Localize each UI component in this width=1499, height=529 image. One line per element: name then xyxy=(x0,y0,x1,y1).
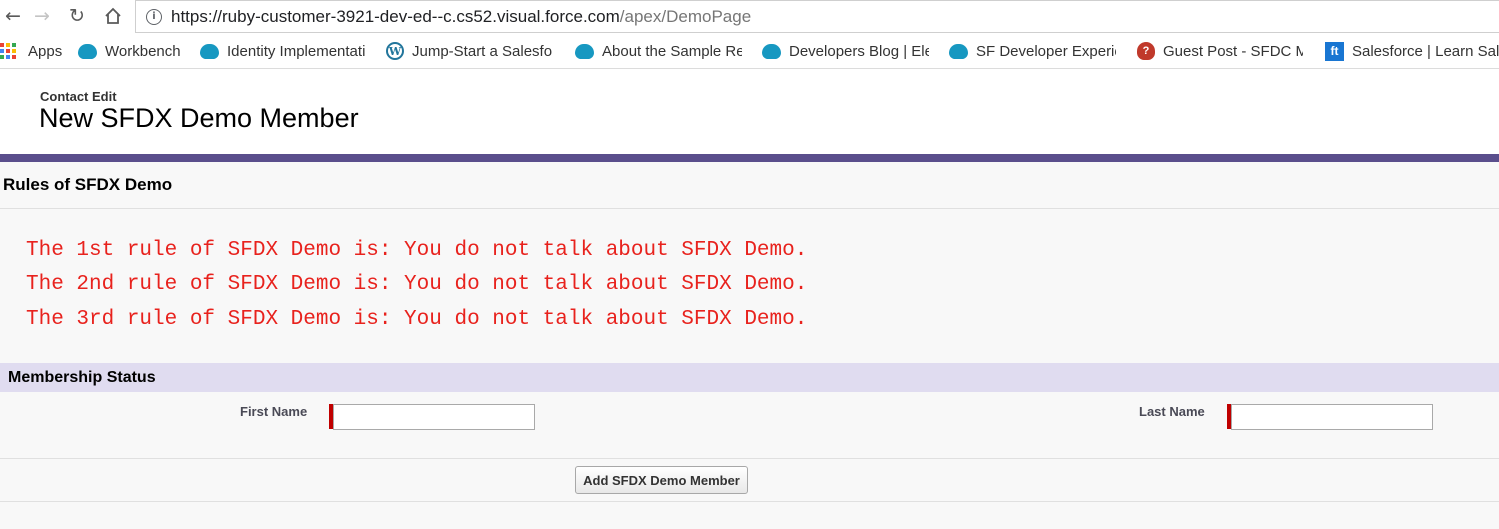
salesforce-cloud-icon xyxy=(949,43,968,59)
ft-icon: ft xyxy=(1325,41,1344,61)
salesforce-cloud-icon xyxy=(200,43,219,59)
bookmark-guest-post[interactable]: ? Guest Post - SFDC M xyxy=(1137,41,1303,61)
bookmark-label: SF Developer Experie xyxy=(976,42,1116,60)
apps-grid-icon xyxy=(0,43,16,59)
bookmark-developers-blog[interactable]: Developers Blog | Ele xyxy=(762,41,929,61)
bookmark-salesforce-learn[interactable]: ft Salesforce | Learn Sal xyxy=(1325,41,1499,61)
bookmark-label: Apps xyxy=(28,42,63,60)
browser-nav-bar: ← → ↻ i https://ruby-customer-3921-dev-e… xyxy=(0,0,1499,33)
salesforce-cloud-icon xyxy=(78,43,97,59)
wordpress-icon: W xyxy=(386,42,404,60)
bookmark-label: Workbench xyxy=(105,42,181,60)
bookmark-label: Guest Post - SFDC M xyxy=(1163,42,1303,60)
page-body: Rules of SFDX Demo The 1st rule of SFDX … xyxy=(0,162,1499,529)
bookmark-label: Developers Blog | Ele xyxy=(789,42,929,60)
divider xyxy=(0,458,1499,459)
membership-section-header: Membership Status xyxy=(0,363,1499,392)
back-arrow-icon[interactable]: ← xyxy=(0,4,26,28)
url-text[interactable]: https://ruby-customer-3921-dev-ed--c.cs5… xyxy=(171,7,751,27)
home-icon[interactable] xyxy=(100,4,126,28)
bookmark-label: About the Sample Re xyxy=(602,42,742,60)
rule-line: The 3rd rule of SFDX Demo is: You do not… xyxy=(26,308,808,331)
bookmark-jump-start[interactable]: W Jump-Start a Salesfor xyxy=(386,41,552,61)
hot-air-balloon-icon: ? xyxy=(1137,42,1155,60)
bookmark-workbench[interactable]: Workbench xyxy=(78,41,181,61)
bookmark-label: Jump-Start a Salesfor xyxy=(412,42,552,60)
salesforce-cloud-icon xyxy=(762,43,781,59)
bookmark-identity-implementation[interactable]: Identity Implementati xyxy=(200,41,370,61)
page-record-type: Contact Edit xyxy=(40,89,117,104)
bookmark-label: Identity Implementati xyxy=(227,42,366,60)
divider xyxy=(0,501,1499,502)
bookmark-label: Salesforce | Learn Sal xyxy=(1352,42,1499,60)
bookmarks-bar: Apps Workbench Identity Implementati W J… xyxy=(0,33,1499,69)
bookmark-apps[interactable]: Apps xyxy=(0,41,62,61)
reload-icon[interactable]: ↻ xyxy=(64,4,90,28)
rules-block-title: Rules of SFDX Demo xyxy=(3,175,173,194)
divider xyxy=(0,208,1499,209)
address-bar[interactable]: i https://ruby-customer-3921-dev-ed--c.c… xyxy=(135,0,1499,33)
rule-line: The 1st rule of SFDX Demo is: You do not… xyxy=(26,239,808,262)
rule-line: The 2nd rule of SFDX Demo is: You do not… xyxy=(26,273,808,296)
membership-section-title: Membership Status xyxy=(8,369,156,386)
url-host: https://ruby-customer-3921-dev-ed--c.cs5… xyxy=(171,6,620,26)
bookmark-about-sample[interactable]: About the Sample Re xyxy=(575,41,742,61)
salesforce-cloud-icon xyxy=(575,43,594,59)
header-accent-bar xyxy=(0,154,1499,162)
add-sfdx-demo-member-button[interactable]: Add SFDX Demo Member xyxy=(575,466,748,494)
last-name-label: Last Name xyxy=(1139,404,1205,419)
first-name-label: First Name xyxy=(240,404,308,419)
page-title: New SFDX Demo Member xyxy=(39,103,359,133)
last-name-input[interactable] xyxy=(1231,404,1433,430)
forward-arrow-icon[interactable]: → xyxy=(29,4,55,28)
site-info-icon[interactable]: i xyxy=(146,8,162,25)
first-name-input[interactable] xyxy=(333,404,535,430)
bookmark-sf-developer-experience[interactable]: SF Developer Experie xyxy=(949,41,1116,61)
page-header: Contact Edit New SFDX Demo Member xyxy=(0,70,1499,154)
url-path: /apex/DemoPage xyxy=(619,6,752,26)
